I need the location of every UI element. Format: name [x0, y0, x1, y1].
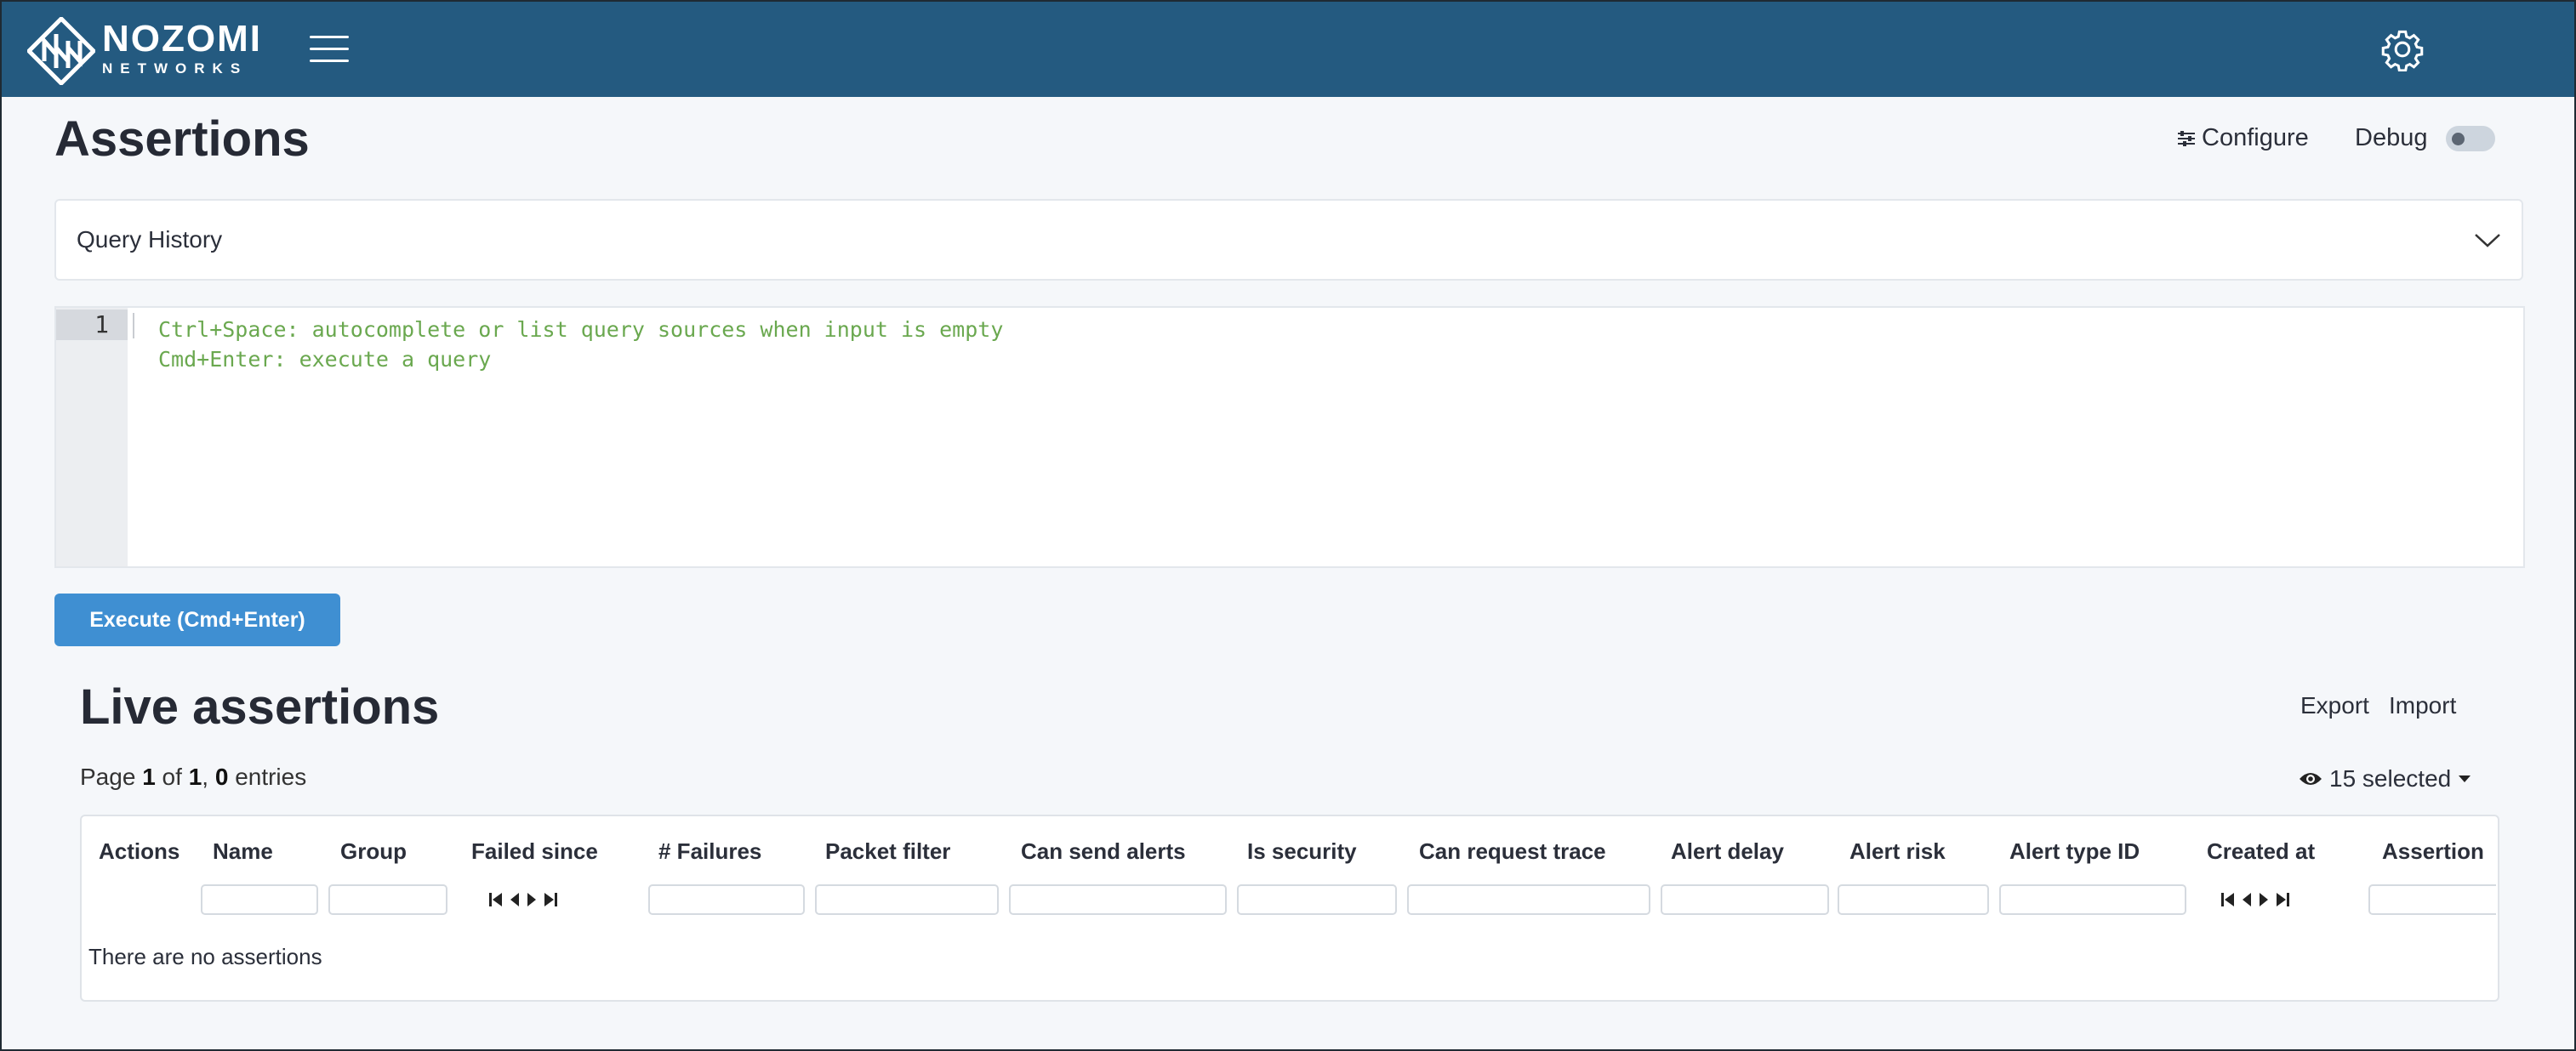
first-page-icon[interactable] — [488, 891, 504, 908]
can-request-trace-filter-input[interactable] — [1407, 884, 1650, 915]
last-page-icon[interactable] — [543, 891, 558, 908]
gear-icon[interactable] — [2380, 27, 2425, 71]
page-current: 1 — [142, 764, 156, 790]
configure-label: Configure — [2202, 124, 2309, 151]
query-editor[interactable]: 1 Ctrl+Space: autocomplete or list query… — [54, 306, 2525, 568]
brand-wordmark: NOZOMI NETWORKS — [102, 20, 262, 78]
editor-hint-line: Cmd+Enter: execute a query — [158, 347, 492, 372]
selected-label: 15 selected — [2329, 765, 2452, 792]
assertions-table: Actions Name Group Failed since # Failur… — [80, 815, 2499, 1002]
column-header-alert-risk[interactable]: Alert risk — [1849, 838, 1946, 865]
alert-type-id-filter-input[interactable] — [1999, 884, 2186, 915]
brand-name: NOZOMI — [102, 18, 262, 60]
query-history-dropdown[interactable]: Query History — [54, 199, 2523, 281]
column-header-alert-delay[interactable]: Alert delay — [1671, 838, 1784, 865]
line-number: 1 — [56, 310, 128, 340]
name-filter-input[interactable] — [201, 884, 318, 915]
column-header-failed-since[interactable]: Failed since — [471, 838, 598, 865]
assertion-filter-input[interactable] — [2368, 884, 2496, 915]
column-header-created-at[interactable]: Created at — [2207, 838, 2315, 865]
page-total: 1 — [188, 764, 202, 790]
page-word: Page — [80, 764, 136, 790]
editor-placeholder: Ctrl+Space: autocomplete or list query s… — [158, 315, 1003, 374]
empty-table-message: There are no assertions — [88, 944, 322, 969]
brand-sub: NETWORKS — [102, 60, 248, 77]
query-history-label: Query History — [77, 226, 223, 253]
alert-risk-filter-input[interactable] — [1838, 884, 1989, 915]
execute-button[interactable]: Execute (Cmd+Enter) — [54, 594, 340, 646]
text-cursor — [133, 313, 134, 338]
column-header-packet-filter[interactable]: Packet filter — [825, 838, 950, 865]
column-header-group[interactable]: Group — [340, 838, 407, 865]
nozomi-logo-icon[interactable] — [27, 17, 95, 85]
debug-control: Debug — [2355, 124, 2496, 152]
packet-filter-input[interactable] — [815, 884, 999, 915]
is-security-filter-input[interactable] — [1237, 884, 1397, 915]
next-page-icon[interactable] — [526, 891, 538, 908]
failures-filter-input[interactable] — [648, 884, 805, 915]
editor-hint-line: Ctrl+Space: autocomplete or list query s… — [158, 317, 1004, 342]
top-navbar: NOZOMI NETWORKS — [2, 2, 2574, 97]
of-word: of — [162, 764, 182, 790]
failed-since-range-nav — [488, 891, 558, 908]
chevron-down-icon — [2475, 234, 2500, 247]
entries-count: 0 — [214, 764, 229, 790]
debug-toggle[interactable] — [2446, 125, 2496, 151]
prev-page-icon[interactable] — [2241, 891, 2253, 908]
pagination-info: Page 1 of 1, 0 entries — [80, 764, 307, 790]
caret-down-icon — [2459, 775, 2471, 782]
group-filter-input[interactable] — [328, 884, 447, 915]
import-link[interactable]: Import — [2389, 692, 2456, 719]
column-header-actions[interactable]: Actions — [99, 838, 180, 865]
debug-label: Debug — [2355, 124, 2428, 151]
editor-gutter: 1 — [56, 308, 128, 566]
configure-button[interactable]: Configure — [2176, 124, 2309, 152]
live-assertions-title: Live assertions — [80, 679, 440, 735]
column-header-alert-type-id[interactable]: Alert type ID — [2009, 838, 2140, 865]
hamburger-menu-icon[interactable] — [310, 36, 349, 65]
column-header-failures[interactable]: # Failures — [658, 838, 761, 865]
prev-page-icon[interactable] — [509, 891, 521, 908]
column-header-can-request-trace[interactable]: Can request trace — [1419, 838, 1606, 865]
sliders-icon — [2178, 130, 2195, 146]
page-title: Assertions — [54, 111, 310, 167]
created-at-range-nav — [2220, 891, 2290, 908]
column-header-can-send-alerts[interactable]: Can send alerts — [1021, 838, 1186, 865]
column-header-assertion[interactable]: Assertion — [2382, 838, 2484, 865]
last-page-icon[interactable] — [2275, 891, 2290, 908]
can-send-alerts-filter-input[interactable] — [1009, 884, 1227, 915]
alert-delay-filter-input[interactable] — [1661, 884, 1829, 915]
next-page-icon[interactable] — [2258, 891, 2270, 908]
column-header-name[interactable]: Name — [213, 838, 273, 865]
eye-icon — [2300, 773, 2322, 785]
first-page-icon[interactable] — [2220, 891, 2236, 908]
column-selector[interactable]: 15 selected — [2299, 765, 2471, 793]
export-link[interactable]: Export — [2300, 692, 2369, 719]
column-header-is-security[interactable]: Is security — [1247, 838, 1357, 865]
entries-word: entries — [235, 764, 307, 790]
